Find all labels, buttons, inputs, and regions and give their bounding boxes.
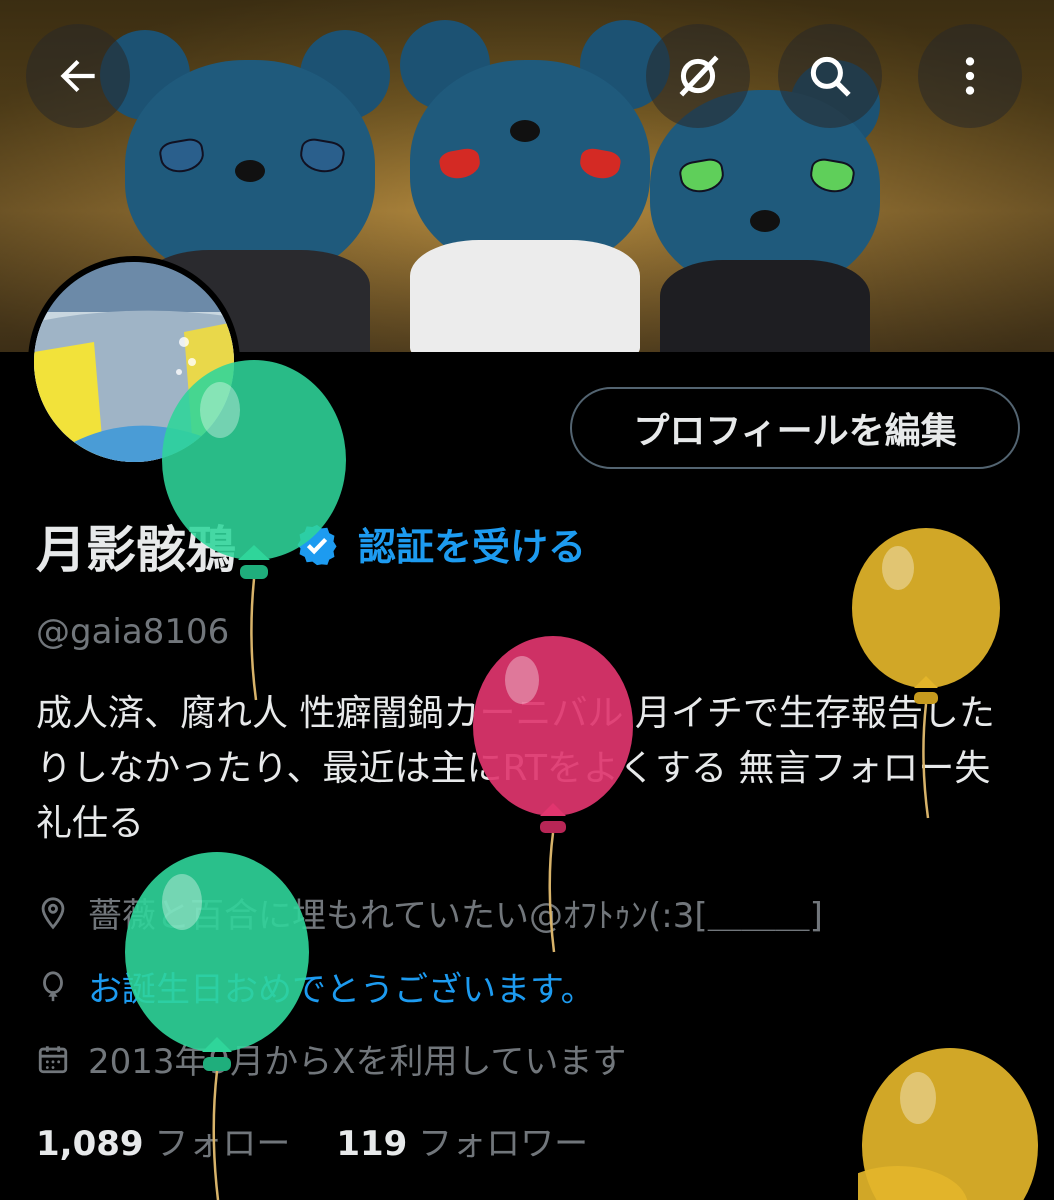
birthday-row: お誕生日おめでとうございます。	[36, 962, 595, 1011]
calendar-icon	[38, 1045, 68, 1073]
back-arrow-icon	[60, 59, 95, 93]
search-icon	[810, 56, 851, 97]
grok-button[interactable]	[646, 24, 750, 128]
balloon-green-bottom	[125, 852, 309, 1200]
grok-icon	[679, 55, 719, 97]
follow-stats: 1,089 フォロー 119 フォロワー	[36, 1116, 588, 1165]
balloon-pink-middle	[473, 636, 633, 953]
edit-profile-button[interactable]: プロフィールを編集	[570, 387, 1020, 469]
followers-link[interactable]: 119 フォロワー	[336, 1124, 588, 1164]
get-verified-link[interactable]: 認証を受ける	[358, 516, 586, 571]
balloon-yellow-right	[852, 528, 1000, 819]
balloon-icon	[43, 970, 63, 1001]
followers-label: フォロワー	[418, 1124, 589, 1164]
more-button[interactable]	[918, 24, 1022, 128]
more-vertical-icon	[965, 57, 975, 95]
search-button[interactable]	[778, 24, 882, 128]
back-button[interactable]	[26, 24, 130, 128]
balloon-green-top	[162, 360, 346, 701]
followers-count: 119	[336, 1124, 408, 1164]
banner-bear-middle	[380, 20, 680, 352]
location-icon	[41, 896, 65, 929]
balloon-yellow-bottom-right	[858, 1048, 1038, 1200]
